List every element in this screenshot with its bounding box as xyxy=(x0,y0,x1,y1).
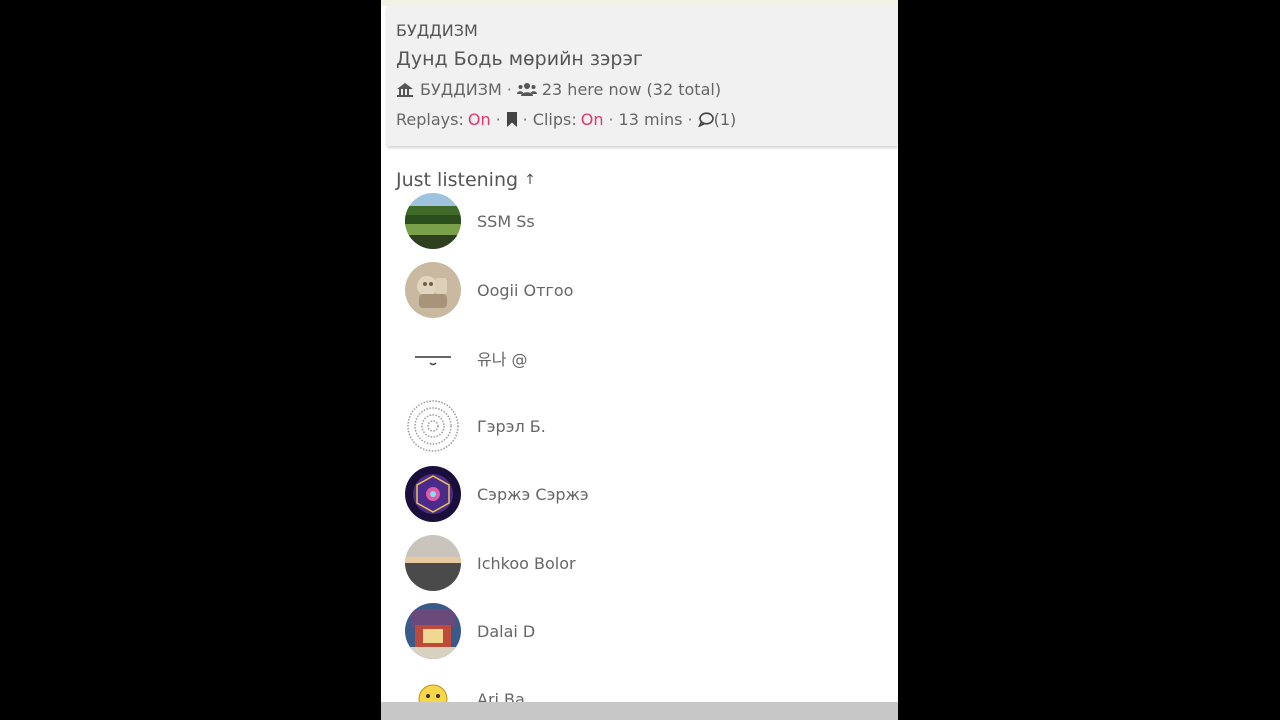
listener-count: 23 here now (32 total) xyxy=(541,80,722,99)
club-house-icon xyxy=(396,82,414,98)
listener-name: 유나 @ xyxy=(477,350,528,369)
room-duration: 13 mins xyxy=(618,110,683,129)
room-title: Дунд Бодь мөрийн зэрэг xyxy=(396,48,643,70)
avatar[interactable] xyxy=(405,535,461,591)
avatar[interactable] xyxy=(405,262,461,318)
listener-name: Oogii Отгоо xyxy=(477,280,574,300)
list-item[interactable]: Сэржэ Сэржэ xyxy=(405,466,885,522)
avatar[interactable] xyxy=(405,466,461,522)
avatar[interactable] xyxy=(405,398,461,454)
room-settings-line: Replays: On · · Clips: On · 13 mins · (1… xyxy=(396,110,736,129)
separator: · xyxy=(687,110,693,129)
listener-name: Сэржэ Сэржэ xyxy=(477,484,589,504)
bookmark-icon[interactable] xyxy=(506,112,518,127)
room-meta-line: БУДДИЗМ · 23 here now (32 total) xyxy=(396,80,721,99)
separator: · xyxy=(506,80,512,99)
club-name-link[interactable]: БУДДИЗМ xyxy=(420,80,502,99)
chat-bubble-icon[interactable] xyxy=(697,112,714,127)
replays-status: On xyxy=(467,110,491,129)
list-item[interactable]: Гэрэл Б. xyxy=(405,398,885,454)
listener-name: Гэрэл Б. xyxy=(477,416,546,436)
listener-name: Ichkoo Bolor xyxy=(477,553,576,573)
replays-label: Replays: xyxy=(396,110,464,129)
section-title-text: Just listening xyxy=(396,169,519,191)
just-listening-heading[interactable]: Just listening ↑ xyxy=(396,169,536,191)
sort-arrow-icon: ↑ xyxy=(524,172,536,188)
people-icon xyxy=(516,82,537,98)
list-item[interactable]: 유나 @ xyxy=(405,330,885,386)
list-item[interactable]: Dalai D xyxy=(405,603,885,659)
avatar[interactable] xyxy=(405,193,461,249)
bottom-bar xyxy=(381,702,898,720)
separator: · xyxy=(522,110,528,129)
avatar[interactable] xyxy=(405,330,461,386)
room-section-label: БУДДИЗМ xyxy=(396,21,478,40)
app-screen: БУДДИЗМ Дунд Бодь мөрийн зэрэг БУДДИЗМ · xyxy=(381,0,898,720)
separator: · xyxy=(608,110,614,129)
clips-label: Clips: xyxy=(532,110,577,129)
listener-name: SSM Ss xyxy=(477,211,535,231)
room-header[interactable]: БУДДИЗМ Дунд Бодь мөрийн зэрэг БУДДИЗМ · xyxy=(387,6,898,146)
list-item[interactable]: SSM Ss xyxy=(405,193,885,249)
separator: · xyxy=(495,110,501,129)
clips-status: On xyxy=(580,110,604,129)
list-item[interactable]: Oogii Отгоо xyxy=(405,262,885,318)
list-item[interactable]: Ichkoo Bolor xyxy=(405,535,885,591)
chat-count[interactable]: (1) xyxy=(714,110,737,129)
avatar[interactable] xyxy=(405,603,461,659)
listener-name: Dalai D xyxy=(477,621,536,641)
